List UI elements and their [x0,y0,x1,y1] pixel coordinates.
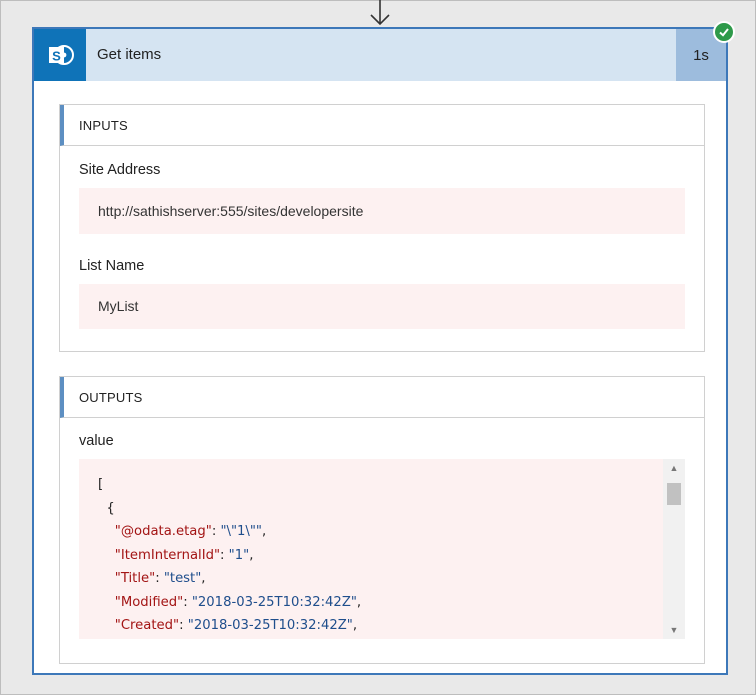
card-title: Get items [97,46,162,63]
json-key: "ItemInternalId" [114,547,221,563]
flow-arrow-down-icon [370,0,390,26]
inputs-heading[interactable]: INPUTS [60,105,704,146]
scroll-up-arrow-icon[interactable]: ▲ [663,459,685,477]
json-value: "test" [163,571,202,586]
get-items-action-card: S Get items 1s INPUTS Site Address http:… [32,27,728,675]
list-name-value: MyList [79,284,685,329]
site-address-label: Site Address [79,162,161,178]
json-key: "Created" [114,618,180,633]
outputs-section: OUTPUTS value [ { "@odata.etag": "\"1\""… [59,376,705,664]
json-value: "2018-03-25T10:32:42Z" [191,594,357,610]
svg-text:S: S [52,49,61,64]
json-value: "1" [228,547,250,563]
success-check-icon [713,21,735,43]
json-key: "Title" [114,571,156,586]
json-scrollbar[interactable]: ▲ ▼ [663,459,685,639]
outputs-heading[interactable]: OUTPUTS [60,377,704,418]
inputs-section: INPUTS Site Address http://sathishserver… [59,104,705,352]
card-header[interactable]: S Get items 1s [34,29,726,81]
json-value: "2018-03-25T10:32:42Z" [187,618,353,633]
json-open-brace: { [106,500,115,516]
site-address-value: http://sathishserver:555/sites/developer… [79,188,685,234]
value-label: value [79,433,114,449]
scroll-down-arrow-icon[interactable]: ▼ [663,621,685,639]
json-key: "Modified" [114,594,184,610]
sharepoint-icon: S [34,29,86,81]
json-output-box[interactable]: [ { "@odata.etag": "\"1\"", "ItemInterna… [79,459,685,639]
json-key: "@odata.etag" [114,524,212,539]
scroll-thumb[interactable] [667,483,681,505]
json-output-code: [ { "@odata.etag": "\"1\"", "ItemInterna… [98,477,362,633]
json-value: "\"1\"" [220,524,262,539]
list-name-label: List Name [79,258,145,274]
json-open-bracket: [ [98,477,104,492]
